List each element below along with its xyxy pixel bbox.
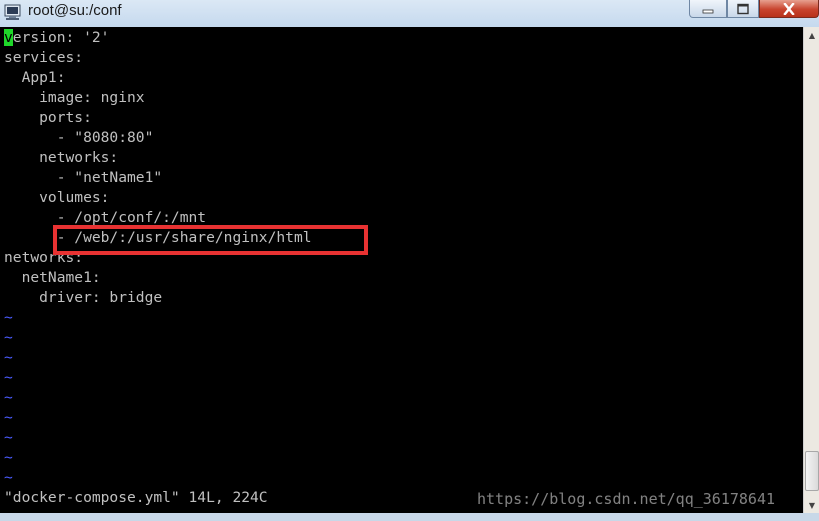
empty-line-tilde: ~ (4, 389, 13, 406)
empty-line-tilde: ~ (4, 369, 13, 386)
minimize-icon (702, 9, 714, 13)
close-button[interactable] (759, 0, 819, 18)
empty-line-tilde: ~ (4, 329, 13, 346)
title-bar[interactable]: root@su:/conf (0, 0, 819, 27)
editor-line-4: image: nginx (4, 89, 145, 106)
arrow-down-icon: ▼ (808, 500, 816, 510)
editor-line-6: - "8080:80" (4, 129, 154, 146)
maximize-icon (737, 3, 749, 14)
watermark-text: https://blog.csdn.net/qq_36178641 (477, 490, 776, 508)
minimize-button[interactable] (689, 0, 727, 18)
highlight-annotation-box (53, 225, 368, 255)
close-icon (783, 2, 795, 15)
editor-line-5: ports: (4, 109, 92, 126)
empty-line-tilde: ~ (4, 469, 13, 486)
status-line: "docker-compose.yml" 14L, 224C (4, 489, 268, 506)
empty-line-tilde: ~ (4, 349, 13, 366)
empty-line-tilde: ~ (4, 449, 13, 466)
editor-line-7: networks: (4, 149, 119, 166)
cursor: v (4, 29, 13, 46)
empty-line-tilde: ~ (4, 309, 13, 326)
editor-line-14: driver: bridge (4, 289, 163, 306)
editor-line-1: version: '2' (4, 29, 110, 46)
editor-line-2: services: (4, 49, 84, 66)
terminal-screen[interactable]: version: '2' services: App1: image: ngin… (0, 27, 803, 513)
maximize-button[interactable] (727, 0, 759, 18)
scroll-thumb[interactable] (805, 451, 819, 491)
editor-line-3: App1: (4, 69, 66, 86)
window-title: root@su:/conf (28, 2, 122, 19)
vertical-scrollbar[interactable]: ▲ ▼ (803, 27, 819, 513)
editor-line-9: volumes: (4, 189, 110, 206)
terminal-window: root@su:/conf version: '2' services: App… (0, 0, 819, 521)
empty-line-tilde: ~ (4, 409, 13, 426)
editor-line-8: - "netName1" (4, 169, 163, 186)
terminal-app-icon (4, 4, 21, 20)
editor-line-13: netName1: (4, 269, 101, 286)
scroll-up-button[interactable]: ▲ (805, 27, 819, 43)
window-bottom-border (0, 513, 819, 521)
arrow-up-icon: ▲ (808, 30, 816, 40)
empty-line-tilde: ~ (4, 429, 13, 446)
scroll-down-button[interactable]: ▼ (805, 497, 819, 513)
